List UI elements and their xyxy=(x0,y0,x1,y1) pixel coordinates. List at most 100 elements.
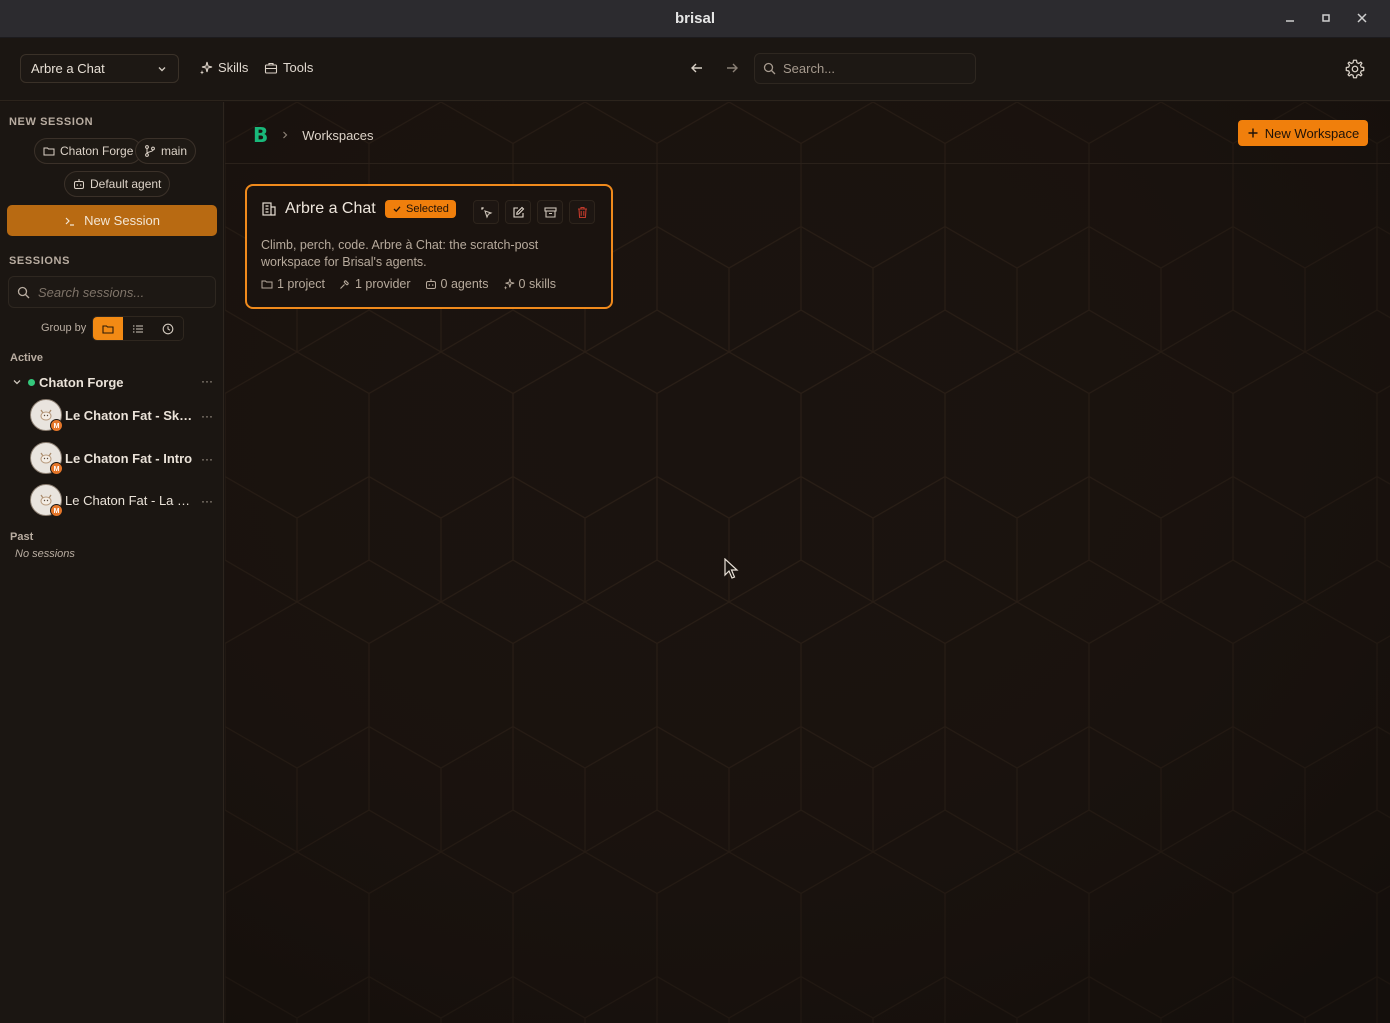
stat-providers-label: 1 provider xyxy=(354,277,411,291)
tools-link[interactable]: Tools xyxy=(264,60,313,75)
folder-icon xyxy=(43,145,55,157)
selected-badge: Selected xyxy=(385,200,456,218)
avatar: M xyxy=(30,442,63,475)
session-search-placeholder: Search sessions... xyxy=(38,284,145,300)
agent-chip[interactable]: Default agent xyxy=(64,171,171,197)
bot-icon xyxy=(73,178,85,190)
app-logo[interactable]: B xyxy=(253,123,268,147)
maximize-icon[interactable] xyxy=(1318,10,1334,26)
group-by-folder-button[interactable] xyxy=(93,317,123,340)
window-title: brisal xyxy=(674,10,716,27)
session-item[interactable]: M Le Chaton Fat - La Fo... xyxy=(30,484,220,517)
session-more-icon[interactable]: ··· xyxy=(201,409,213,423)
plug-icon xyxy=(339,278,351,290)
new-session-label: New Session xyxy=(84,213,160,228)
session-label: Le Chaton Fat - La Fo... xyxy=(65,492,193,508)
active-label: Active xyxy=(10,352,44,364)
selected-badge-label: Selected xyxy=(406,203,449,215)
sparkles-icon xyxy=(503,278,515,290)
group-row-chaton-forge[interactable]: Chaton Forge xyxy=(12,374,217,390)
select-workspace-button[interactable] xyxy=(473,200,499,224)
session-label: Le Chaton Fat - Intro xyxy=(65,450,193,466)
new-session-button[interactable]: New Session xyxy=(7,205,217,236)
edit-workspace-button[interactable] xyxy=(505,200,531,224)
stat-skills: 0 skills xyxy=(503,277,557,291)
delete-workspace-button[interactable] xyxy=(569,200,595,224)
new-workspace-button[interactable]: New Workspace xyxy=(1238,120,1368,146)
search-icon xyxy=(17,286,30,299)
project-chip[interactable]: Chaton Forge xyxy=(34,138,143,164)
back-arrow-icon[interactable] xyxy=(687,58,707,78)
workspace-select[interactable]: Arbre a Chat xyxy=(20,54,179,83)
main-content: B Workspaces New Workspace Arbre a Chat … xyxy=(225,102,1390,1023)
agent-badge: M xyxy=(50,504,63,517)
stat-projects-label: 1 project xyxy=(277,277,325,291)
close-icon[interactable] xyxy=(1354,10,1370,26)
group-by-time-button[interactable] xyxy=(153,317,183,340)
active-status-dot xyxy=(28,378,35,386)
agent-badge: M xyxy=(50,462,63,475)
forward-arrow-icon[interactable] xyxy=(722,58,742,78)
skills-label: Skills xyxy=(218,60,249,75)
session-search-input[interactable]: Search sessions... xyxy=(8,276,216,308)
gear-icon[interactable] xyxy=(1344,58,1366,80)
stat-skills-label: 0 skills xyxy=(518,277,557,291)
group-by-label: Group by xyxy=(41,322,87,334)
group-name: Chaton Forge xyxy=(39,374,124,390)
title-bar: brisal xyxy=(0,0,1390,38)
bot-icon xyxy=(425,278,437,290)
no-sessions-text: No sessions xyxy=(15,548,75,560)
workspace-select-value: Arbre a Chat xyxy=(31,61,105,76)
header-divider xyxy=(225,163,1390,164)
stat-agents: 0 agents xyxy=(425,277,489,291)
agent-badge: M xyxy=(50,419,63,432)
session-more-icon[interactable]: ··· xyxy=(201,452,213,466)
workspace-stats: 1 project 1 provider 0 agents 0 skills xyxy=(261,277,556,291)
breadcrumb-workspaces[interactable]: Workspaces xyxy=(302,128,373,143)
edit-icon xyxy=(512,206,525,219)
avatar: M xyxy=(30,484,63,517)
skills-link[interactable]: Skills xyxy=(199,60,248,75)
group-by-toggle xyxy=(92,316,184,341)
stat-projects: 1 project xyxy=(261,277,325,291)
tools-label: Tools xyxy=(283,60,314,75)
project-chip-label: Chaton Forge xyxy=(60,144,134,158)
session-item[interactable]: M Le Chaton Fat - Intro xyxy=(30,442,220,475)
workspace-card-title: Arbre a Chat xyxy=(261,200,376,218)
check-icon xyxy=(392,204,402,214)
chevron-down-icon xyxy=(156,63,168,75)
session-more-icon[interactable]: ··· xyxy=(201,494,213,508)
pointer-click-icon xyxy=(480,206,493,219)
session-item[interactable]: M Le Chaton Fat - Skill... xyxy=(30,399,220,432)
avatar: M xyxy=(30,399,63,432)
search-placeholder: Search... xyxy=(783,61,836,76)
terminal-icon xyxy=(64,215,76,227)
sidebar: NEW SESSION Chaton Forge main Default ag… xyxy=(0,102,224,1023)
archive-icon xyxy=(543,206,557,219)
folder-icon xyxy=(261,278,273,290)
chevron-down-icon xyxy=(12,377,22,387)
sparkles-icon xyxy=(199,61,213,75)
branch-chip[interactable]: main xyxy=(135,138,197,164)
agent-chip-label: Default agent xyxy=(90,177,162,191)
new-session-title: NEW SESSION xyxy=(9,116,94,128)
workspace-card[interactable]: Arbre a Chat Selected Climb, perch, code… xyxy=(245,184,613,309)
global-search[interactable]: Search... xyxy=(754,53,976,84)
breadcrumb: B Workspaces xyxy=(253,123,374,147)
trash-icon xyxy=(576,206,589,219)
mouse-cursor xyxy=(724,558,740,580)
session-label: Le Chaton Fat - Skill... xyxy=(65,407,193,423)
top-toolbar: Arbre a Chat Skills Tools Search... xyxy=(0,38,1390,101)
git-branch-icon xyxy=(144,145,156,157)
plus-icon xyxy=(1247,127,1259,139)
workspace-name: Arbre a Chat xyxy=(285,200,376,217)
group-by-list-button[interactable] xyxy=(123,317,153,340)
branch-chip-label: main xyxy=(161,144,188,158)
minimize-icon[interactable] xyxy=(1282,10,1298,26)
past-label: Past xyxy=(10,531,34,543)
sessions-title: SESSIONS xyxy=(9,255,71,267)
group-more-icon[interactable]: ··· xyxy=(201,374,213,388)
chevron-right-icon xyxy=(280,130,290,140)
new-workspace-label: New Workspace xyxy=(1264,125,1360,141)
archive-workspace-button[interactable] xyxy=(537,200,563,224)
